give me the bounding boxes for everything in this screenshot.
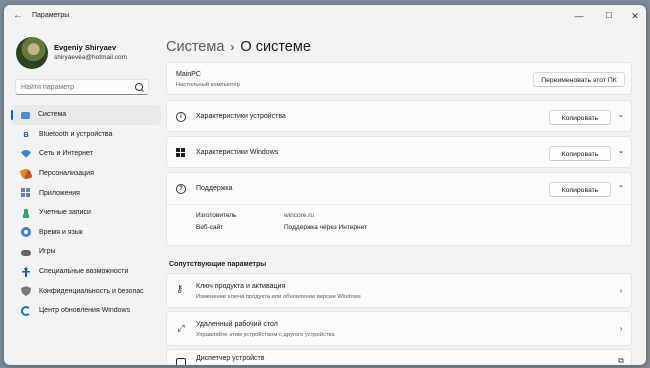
- manufacturer-label: Изготовитель: [196, 212, 237, 219]
- chevron-up-icon[interactable]: ⌃: [616, 184, 626, 194]
- sidebar-item-label: Сеть и Интернет: [39, 150, 93, 158]
- personalization-icon: [19, 167, 33, 180]
- title-bar: ← Параметры — ☐ ✕: [4, 5, 646, 27]
- close-button[interactable]: ✕: [620, 7, 646, 25]
- accounts-icon: [21, 207, 31, 218]
- product-key-subtitle: Изменение ключа продукта или обновление …: [196, 294, 361, 300]
- device-name: MainPC: [176, 71, 201, 78]
- breadcrumb: Система › О системе: [166, 39, 311, 55]
- device-specs-title: Характеристики устройства: [196, 113, 286, 120]
- network-icon: [21, 149, 31, 158]
- sidebar-item-accessibility[interactable]: Специальные возможности: [11, 262, 161, 282]
- copy-device-specs-button[interactable]: Копировать: [549, 110, 611, 125]
- user-name: Evgeniy Shiryaev: [54, 43, 117, 52]
- info-icon: i: [176, 112, 186, 122]
- sidebar-item-accounts[interactable]: Учетные записи: [11, 203, 161, 223]
- sidebar-item-system[interactable]: Система: [11, 105, 161, 125]
- app-title: Параметры: [32, 12, 70, 19]
- sidebar-item-apps[interactable]: Приложения: [11, 183, 161, 203]
- related-settings-heading: Сопутствующие параметры: [169, 261, 267, 268]
- chevron-down-icon[interactable]: ⌄: [616, 146, 626, 156]
- system-icon: [21, 111, 30, 119]
- device-name-card: MainPC Настольный компьютер Переименоват…: [166, 62, 632, 95]
- sidebar-item-games[interactable]: Игры: [11, 242, 161, 262]
- support-title: Поддержка: [196, 185, 233, 192]
- external-link-icon[interactable]: ⧉: [616, 356, 626, 365]
- windows-update-icon: [21, 305, 31, 316]
- page-title: О системе: [240, 39, 311, 55]
- sidebar-item-privacy[interactable]: Конфиденциальность и безопас: [11, 281, 161, 301]
- product-key-title: Ключ продукта и активация: [196, 283, 286, 290]
- windows-logo-icon: [176, 148, 186, 158]
- sidebar-item-network[interactable]: Сеть и Интернет: [11, 144, 161, 164]
- remote-desktop-icon: ⤢: [177, 323, 185, 333]
- sidebar-item-label: Система: [38, 111, 67, 119]
- sidebar-item-label: Время и язык: [39, 228, 83, 236]
- games-icon: [21, 249, 31, 256]
- sidebar-item-label: Персонализация: [39, 170, 94, 178]
- search-input[interactable]: [21, 82, 129, 92]
- sidebar-item-label: Центр обновления Windows: [39, 307, 131, 315]
- sidebar-item-label: Bluetooth и устройства: [39, 130, 113, 138]
- device-specs-card[interactable]: i Характеристики устройства Копировать ⌄: [166, 100, 632, 132]
- chevron-right-icon[interactable]: ›: [616, 286, 626, 296]
- remote-desktop-subtitle: Управляйте этим устройством с другого ус…: [196, 332, 335, 338]
- copy-support-button[interactable]: Копировать: [549, 182, 611, 197]
- back-button[interactable]: ←: [12, 10, 24, 22]
- chevron-down-icon[interactable]: ⌄: [616, 110, 626, 120]
- sidebar-item-label: Приложения: [39, 189, 80, 197]
- device-manager-icon: [176, 358, 186, 365]
- apps-icon: [21, 188, 31, 199]
- sidebar-item-label: Учетные записи: [39, 209, 91, 217]
- key-icon: ⚷: [176, 284, 184, 295]
- avatar[interactable]: [16, 37, 48, 69]
- settings-window: ← Параметры — ☐ ✕ Evgeniy Shiryaev shiry…: [4, 5, 646, 365]
- device-type: Настольный компьютер: [176, 82, 240, 88]
- windows-specs-card[interactable]: Характеристики Windows Копировать ⌄: [166, 136, 632, 168]
- accessibility-icon: [21, 266, 31, 277]
- website-label: Веб-сайт: [196, 224, 224, 231]
- windows-specs-title: Характеристики Windows: [196, 149, 279, 156]
- remote-desktop-card[interactable]: ⤢ Удаленный рабочий стол Управляйте этим…: [166, 311, 632, 346]
- product-key-card[interactable]: ⚷ Ключ продукта и активация Изменение кл…: [166, 273, 632, 308]
- sidebar-item-personalization[interactable]: Персонализация: [11, 164, 161, 184]
- help-icon: ?: [176, 184, 186, 194]
- sidebar-item-bluetooth[interactable]: ʙ Bluetooth и устройства: [11, 125, 161, 145]
- search-box[interactable]: [15, 79, 149, 95]
- search-icon[interactable]: [135, 83, 143, 91]
- divider: [167, 204, 631, 205]
- sidebar-item-time-language[interactable]: Время и язык: [11, 223, 161, 243]
- sidebar-item-label: Специальные возможности: [39, 268, 129, 276]
- time-language-icon: [21, 227, 31, 238]
- breadcrumb-parent[interactable]: Система: [166, 39, 224, 55]
- breadcrumb-separator: ›: [230, 40, 235, 54]
- sidebar-item-label: Игры: [39, 248, 56, 256]
- device-manager-card[interactable]: Диспетчер устройств ⧉: [166, 349, 632, 365]
- support-card: ? Поддержка Копировать ⌃ Изготовитель wi…: [166, 172, 632, 246]
- sidebar-item-windows-update[interactable]: Центр обновления Windows: [11, 301, 161, 321]
- minimize-button[interactable]: —: [564, 7, 594, 25]
- privacy-icon: [21, 286, 31, 297]
- manufacturer-value: wincore.ru: [284, 212, 314, 219]
- sidebar-nav: Система ʙ Bluetooth и устройства Сеть и …: [11, 105, 161, 321]
- rename-pc-button[interactable]: Переименовать этот ПК: [533, 72, 625, 87]
- website-link[interactable]: Поддержка через Интернет: [284, 224, 367, 231]
- chevron-right-icon[interactable]: ›: [616, 324, 626, 334]
- user-email: shiryaevea@hotmail.com: [54, 54, 128, 61]
- sidebar-item-label: Конфиденциальность и безопас: [39, 287, 144, 295]
- copy-windows-specs-button[interactable]: Копировать: [549, 146, 611, 161]
- bluetooth-icon: ʙ: [23, 129, 29, 140]
- remote-desktop-title: Удаленный рабочий стол: [196, 321, 278, 328]
- device-manager-title: Диспетчер устройств: [196, 355, 265, 362]
